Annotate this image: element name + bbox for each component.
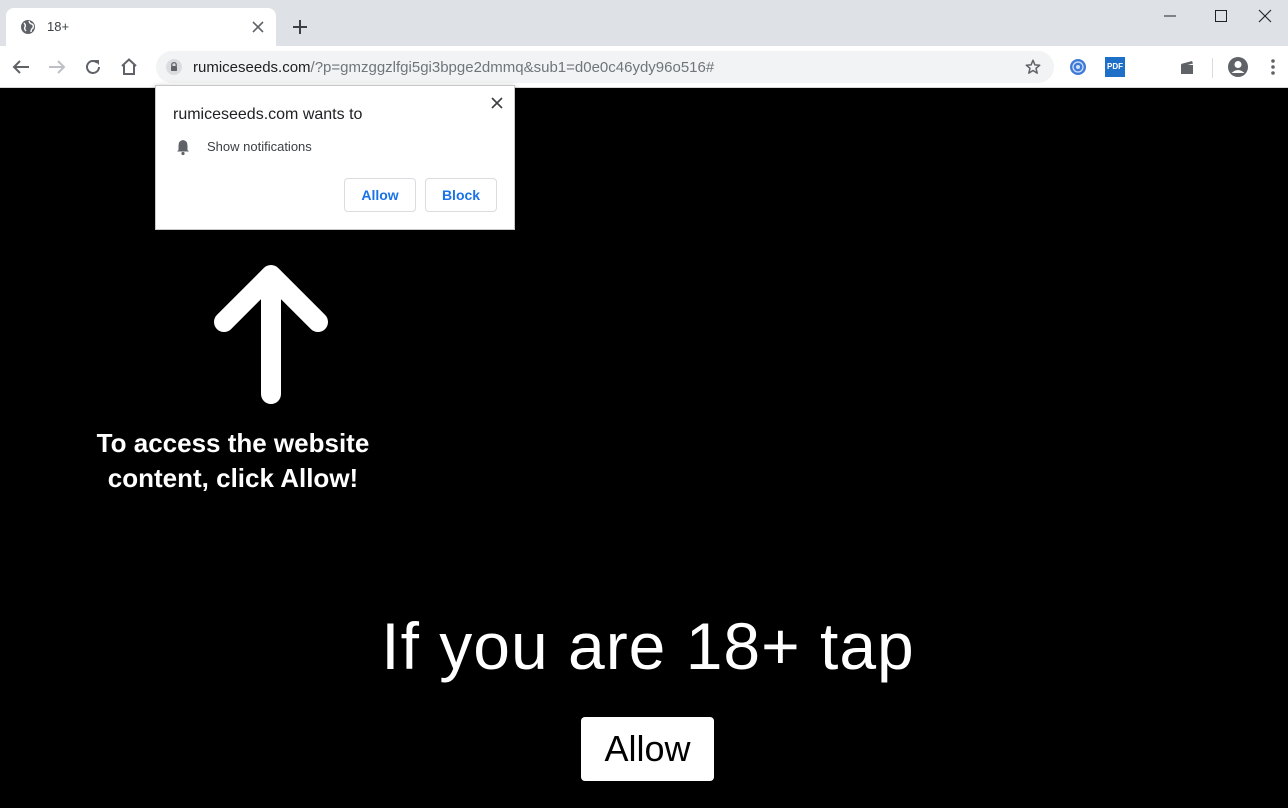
menu-kebab-icon[interactable]	[1264, 57, 1282, 77]
age-headline: If you are 18+ tap	[381, 609, 915, 683]
tab-strip: 18+	[0, 0, 1288, 46]
browser-toolbar: rumiceseeds.com/?p=gmzggzlfgi5gi3bpge2dm…	[0, 46, 1288, 88]
bookmark-star-icon[interactable]	[1024, 58, 1042, 76]
close-icon	[1258, 9, 1272, 23]
url-path: /?p=gmzggzlfgi5gi3bpge2dmmq&sub1=d0e0c46…	[310, 59, 715, 76]
permission-item-label: Show notifications	[207, 139, 312, 154]
pdf-icon-label: PDF	[1107, 62, 1123, 71]
tab-title: 18+	[47, 19, 70, 34]
allow-instruction-text: To access the website content, click All…	[83, 426, 383, 496]
new-tab-icon[interactable]	[290, 17, 310, 37]
lock-icon[interactable]	[166, 59, 182, 75]
hint-line-2: content, click Allow!	[107, 463, 359, 493]
close-tab-icon[interactable]	[249, 18, 267, 36]
close-icon[interactable]	[489, 95, 505, 111]
bell-icon	[177, 140, 189, 156]
maximize-icon	[1215, 10, 1227, 22]
hint-line-1: To access the website	[96, 428, 370, 458]
page-allow-button[interactable]: Allow	[581, 717, 714, 781]
address-bar[interactable]: rumiceseeds.com/?p=gmzggzlfgi5gi3bpge2dm…	[156, 51, 1054, 83]
maximize-button[interactable]	[1198, 0, 1244, 32]
reload-icon[interactable]	[81, 55, 105, 79]
notification-permission-dialog: rumiceseeds.com wants to Show notificati…	[155, 85, 515, 230]
permission-title: rumiceseeds.com wants to	[173, 106, 363, 123]
forward-icon[interactable]	[45, 55, 69, 79]
toolbar-separator	[1212, 58, 1213, 78]
extension-clapper-icon[interactable]	[1178, 58, 1196, 76]
profile-avatar-icon[interactable]	[1227, 56, 1249, 78]
back-icon[interactable]	[9, 55, 33, 79]
home-icon[interactable]	[117, 55, 141, 79]
minimize-button[interactable]	[1147, 0, 1193, 32]
url-host: rumiceseeds.com	[193, 59, 311, 76]
block-button[interactable]: Block	[425, 178, 497, 212]
url-text[interactable]: rumiceseeds.com/?p=gmzggzlfgi5gi3bpge2dm…	[193, 59, 714, 76]
minimize-icon	[1164, 15, 1176, 17]
close-window-button[interactable]	[1242, 0, 1288, 32]
extension-pdf-icon[interactable]: PDF	[1105, 57, 1125, 77]
allow-button[interactable]: Allow	[344, 178, 416, 212]
up-arrow-icon	[214, 265, 328, 404]
browser-tab[interactable]: 18+	[6, 8, 276, 46]
globe-icon	[21, 20, 35, 34]
extension-globe-icon[interactable]	[1069, 58, 1087, 76]
